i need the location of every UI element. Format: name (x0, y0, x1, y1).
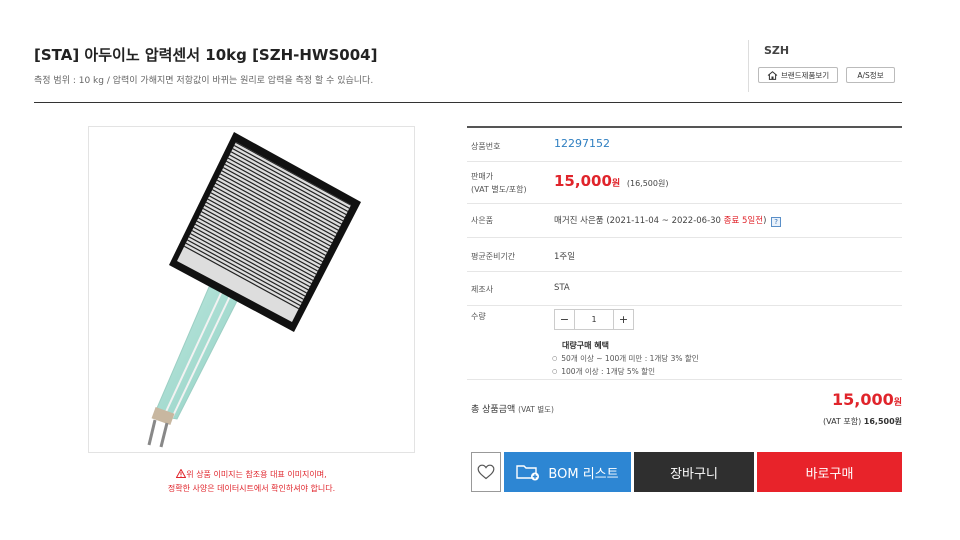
buy-now-button[interactable]: 바로구매 (757, 452, 902, 492)
total-vat-value: 16,500원 (863, 417, 902, 426)
heart-icon (477, 464, 495, 480)
add-to-cart-label: 장바구니 (670, 466, 718, 482)
image-notice: 위 상품 이미지는 참조용 대표 이미지이며, 정확한 사양은 데이터시트에서 … (88, 468, 415, 496)
help-icon[interactable]: ? (771, 217, 782, 227)
header-divider (34, 102, 902, 103)
brand-name: SZH (764, 44, 790, 57)
price-label: 판매가 (471, 172, 494, 181)
lead-time-label: 평균준비기간 (471, 252, 516, 261)
brand-products-label: 브랜드제품보기 (780, 70, 830, 80)
product-code-label: 상품번호 (471, 142, 501, 151)
gift-label: 사은품 (471, 216, 494, 225)
total-label-wrap: 총 상품금액 (VAT 별도) (471, 402, 554, 415)
gift-end-notice: 종료 5일전 (723, 216, 764, 226)
product-image (88, 126, 415, 453)
bom-list-button[interactable]: BOM 리스트 (504, 452, 631, 492)
total-label: 총 상품금액 (471, 405, 516, 415)
brand-products-button[interactable]: 브랜드제품보기 (758, 67, 838, 83)
price-vat-included: (16,500원) (626, 179, 669, 188)
folder-add-icon (516, 465, 540, 481)
bulk-discount-list: 50개 이상 ~ 100개 미만 : 1개당 3% 할인 100개 이상 : 1… (552, 352, 699, 378)
add-to-cart-button[interactable]: 장바구니 (634, 452, 754, 492)
total-vat-label: (VAT 포함) (823, 417, 862, 426)
bom-list-label: BOM 리스트 (548, 466, 619, 482)
quantity-label: 수량 (471, 312, 486, 321)
bulk-discount-item: 100개 이상 : 1개당 5% 할인 (552, 365, 699, 378)
row-product-code: 상품번호 12297152 (467, 128, 902, 162)
total-price-won: 원 (893, 398, 902, 408)
bulk-discount-title: 대량구매 혜택 (562, 341, 609, 350)
total-price: 15,000원 (832, 390, 902, 409)
row-manufacturer: 제조사 STA (467, 272, 902, 306)
price-value: 15,000 (554, 172, 612, 190)
warning-icon (176, 469, 187, 478)
quantity-decrease-button[interactable]: − (554, 309, 575, 330)
total-label-vat: (VAT 별도) (518, 405, 554, 414)
price-label-vat: (VAT 별도/포함) (471, 185, 527, 194)
as-info-label: A/S정보 (857, 70, 884, 80)
total-vat: (VAT 포함) 16,500원 (823, 416, 902, 427)
quantity-increase-button[interactable]: + (613, 309, 634, 330)
image-notice-line1: 위 상품 이미지는 참조용 대표 이미지이며, (186, 470, 327, 479)
total-price-value: 15,000 (831, 390, 894, 409)
pressure-sensor-image (147, 132, 361, 448)
gift-value: 매거진 사은품 (2021-11-04 ~ 2022-06-30 (554, 216, 721, 226)
row-price: 판매가 (VAT 별도/포함) 15,000원 (16,500원) (467, 162, 902, 204)
product-title: [STA] 아두이노 압력센서 10kg [SZH-HWS004] (34, 46, 378, 64)
image-notice-line2: 정확한 사양은 데이터시트에서 확인하셔야 합니다. (167, 484, 336, 493)
manufacturer-label: 제조사 (471, 285, 494, 294)
gift-close-paren: ) (763, 216, 767, 226)
lead-time-value: 1주일 (554, 252, 576, 262)
quantity-input[interactable]: 1 (575, 309, 613, 330)
bulk-discount-item: 50개 이상 ~ 100개 미만 : 1개당 3% 할인 (552, 352, 698, 365)
price-won: 원 (611, 179, 621, 189)
quantity-stepper: − 1 + (554, 309, 634, 330)
wishlist-button[interactable] (471, 452, 501, 492)
row-gift: 사은품 매거진 사은품 (2021-11-04 ~ 2022-06-30 종료 … (467, 204, 902, 238)
manufacturer-value: STA (554, 283, 570, 293)
buy-now-label: 바로구매 (805, 466, 854, 482)
as-info-button[interactable]: A/S정보 (846, 67, 895, 83)
product-subtitle: 측정 범위 : 10 kg / 압력이 가해지면 저항값이 바뀌는 원리로 압력… (34, 76, 374, 86)
product-code-value: 12297152 (554, 137, 610, 150)
row-lead-time: 평균준비기간 1주일 (467, 238, 902, 272)
home-icon (767, 70, 778, 80)
